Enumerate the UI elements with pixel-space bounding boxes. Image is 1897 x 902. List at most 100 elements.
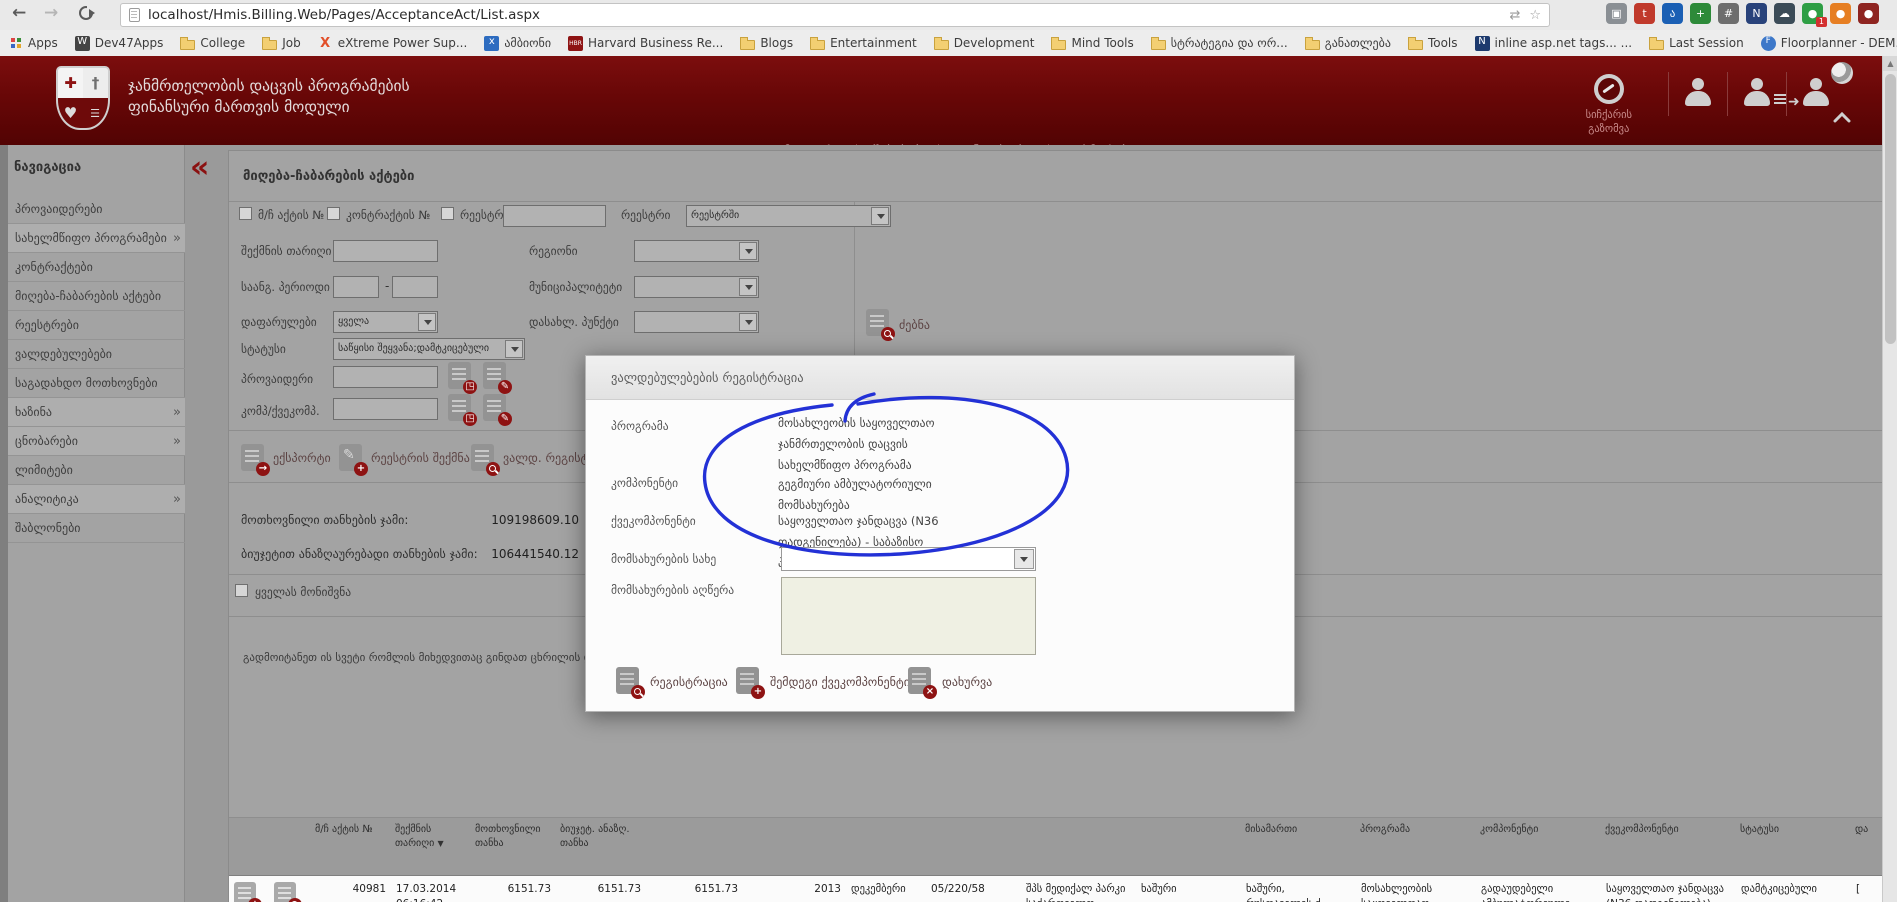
collapse-header-icon[interactable] <box>1833 108 1851 127</box>
create-registry-button-icon[interactable]: + <box>339 444 362 471</box>
extension-icon[interactable]: ●1 <box>1802 3 1823 24</box>
modal-register-button-icon[interactable] <box>616 667 639 694</box>
sidebar-item-dictionaries[interactable]: ცნობარები» <box>8 427 185 456</box>
bookmark-item[interactable]: Development <box>934 36 1035 50</box>
bookmark-item[interactable]: სტრატეგია და ორ... <box>1151 36 1288 50</box>
sort-desc-icon[interactable]: ▼ <box>437 839 443 848</box>
create-registry-button-label[interactable]: რეესტრის შექმნა <box>371 451 470 465</box>
sidebar-item-state-programs[interactable]: სახელმწიფო პროგრამები» <box>8 224 185 253</box>
hidden-filter-select[interactable]: ყველა <box>333 311 438 333</box>
grid-header-address[interactable]: მისამართი <box>1241 818 1356 876</box>
user-list-icon[interactable] <box>1742 78 1772 108</box>
sidebar-item-acceptance-acts[interactable]: მიღება-ჩაბარების აქტები <box>8 282 185 311</box>
extension-icon[interactable]: t <box>1634 3 1655 24</box>
grid-header-tail[interactable]: და <box>1851 818 1884 876</box>
grid-header-hidden[interactable] <box>1021 818 1136 876</box>
search-button-icon[interactable] <box>866 309 889 336</box>
modal-next-subcomponent-button-label[interactable]: შემდეგი ქვეკომპონენტი <box>770 675 910 689</box>
extension-icon[interactable]: ● <box>1858 3 1879 24</box>
extension-icon[interactable]: # <box>1718 3 1739 24</box>
service-desc-textarea[interactable] <box>781 577 1036 655</box>
provider-pick-button[interactable]: ◳ <box>448 362 471 389</box>
scroll-up-arrow[interactable]: ▲ <box>1883 56 1897 71</box>
address-bar[interactable]: localhost/Hmis.Billing.Web/Pages/Accepta… <box>120 3 1550 27</box>
bookmark-item[interactable]: Job <box>262 36 301 50</box>
modal-next-subcomponent-button-icon[interactable]: + <box>736 667 759 694</box>
settlement-select[interactable] <box>634 311 759 333</box>
grid-header-hidden[interactable] <box>846 818 926 876</box>
sidebar-item-contracts[interactable]: კონტრაქტები <box>8 253 185 282</box>
grid-header-subcomponent[interactable]: ქვეკომპონენტი <box>1601 818 1736 876</box>
bookmark-item[interactable]: Mind Tools <box>1051 36 1133 50</box>
export-button-icon[interactable]: → <box>241 444 264 471</box>
registry-select[interactable]: რეესტრში <box>686 205 891 227</box>
created-date-input[interactable] <box>333 240 438 262</box>
grid-header-act-number[interactable]: მ/ჩ აქტის № <box>311 818 391 876</box>
modal-header[interactable]: ვალდებულებების რეგისტრაცია <box>586 356 1294 400</box>
sidebar-item-providers[interactable]: პროვაიდერები <box>8 195 185 224</box>
sidebar-item-analytics[interactable]: ანალიტიკა» <box>8 485 185 514</box>
modal-close-button-label[interactable]: დახურვა <box>942 675 992 689</box>
sidebar-item-treasury[interactable]: ხაზინა» <box>8 398 185 427</box>
registry-number-input[interactable] <box>503 205 606 227</box>
region-select[interactable] <box>634 240 759 262</box>
grid-header-hidden[interactable] <box>646 818 743 876</box>
bookmark-item[interactable]: FFloorplanner - DEM... <box>1761 36 1897 51</box>
search-button-label[interactable]: ძებნა <box>899 318 930 332</box>
grid-header-status[interactable]: სტატუსი <box>1736 818 1851 876</box>
period-from-input[interactable] <box>333 276 379 298</box>
bookmark-item[interactable]: Last Session <box>1649 36 1744 50</box>
language-globe-icon[interactable] <box>1831 62 1853 84</box>
extension-icon[interactable]: ა <box>1662 3 1683 24</box>
sidebar-item-payment-requests[interactable]: საგადახდო მოთხოვნები <box>8 369 185 398</box>
page-scrollbar[interactable]: ▲ <box>1882 56 1897 902</box>
bookmark-item[interactable]: xამბიონი <box>484 36 551 51</box>
bookmark-item[interactable]: Ninline asp.net tags... ... <box>1475 36 1633 51</box>
back-icon[interactable]: ← <box>12 3 26 23</box>
extension-icon[interactable]: ☁ <box>1774 3 1795 24</box>
user-profile-icon[interactable] <box>1683 78 1713 108</box>
bookmark-item[interactable]: Tools <box>1408 36 1458 50</box>
forward-icon[interactable]: → <box>44 3 58 23</box>
modal-register-button-label[interactable]: რეგისტრაცია <box>650 675 728 689</box>
bookmark-item[interactable]: Blogs <box>740 36 793 50</box>
bookmark-item[interactable]: Entertainment <box>810 36 917 50</box>
scrollbar-thumb[interactable] <box>1885 74 1896 344</box>
sidebar-item-obligations[interactable]: ვალდებულებები <box>8 340 185 369</box>
act-number-checkbox[interactable] <box>239 207 252 220</box>
provider-clear-button[interactable]: ✎ <box>483 362 506 389</box>
component-input[interactable] <box>333 398 438 420</box>
sidebar-collapse-button[interactable]: « <box>190 155 206 181</box>
register-obligation-button-icon[interactable] <box>471 444 494 471</box>
contract-number-checkbox[interactable] <box>327 207 340 220</box>
extension-icon[interactable]: + <box>1690 3 1711 24</box>
row-add-button[interactable]: + <box>234 882 256 902</box>
bookmark-item[interactable]: XeXtreme Power Sup... <box>318 36 468 51</box>
logout-icon[interactable]: ➜ <box>1801 78 1831 108</box>
row-view-button[interactable] <box>274 882 296 902</box>
extension-icon[interactable]: N <box>1746 3 1767 24</box>
service-type-select[interactable] <box>781 547 1036 571</box>
grid-header-hidden[interactable] <box>1136 818 1241 876</box>
grid-header-requested[interactable]: მოთხოვნილი თანხა <box>471 818 556 876</box>
speed-test-button[interactable]: სიჩქარის გაზომვა <box>1586 74 1632 136</box>
sidebar-item-registries[interactable]: რეესტრები <box>8 311 185 340</box>
grid-header-hidden[interactable] <box>743 818 846 876</box>
bookmark-item[interactable]: Apps <box>10 36 58 50</box>
bookmark-item[interactable]: WDev47Apps <box>75 36 164 51</box>
extension-icon[interactable]: ● <box>1830 3 1851 24</box>
bookmark-star-icon[interactable]: ☆ <box>1529 8 1541 23</box>
grid-header-budget[interactable]: ბიუჯეტ. ანაზღ. თანხა <box>556 818 646 876</box>
grid-header-created[interactable]: შექმნის თარიღი ▼ <box>391 818 471 876</box>
component-clear-button[interactable]: ✎ <box>483 394 506 421</box>
grid-header-hidden[interactable] <box>926 818 1021 876</box>
sidebar-item-limits[interactable]: ლიმიტები <box>8 456 185 485</box>
bookmark-item[interactable]: HBRHarvard Business Re... <box>568 36 723 51</box>
component-pick-button[interactable]: ◳ <box>448 394 471 421</box>
period-to-input[interactable] <box>392 276 438 298</box>
modal-close-button-icon[interactable]: × <box>908 667 931 694</box>
reload-icon[interactable] <box>79 6 93 20</box>
select-all-checkbox[interactable] <box>235 584 248 597</box>
extension-icon[interactable]: ▣ <box>1606 3 1627 24</box>
send-to-device-icon[interactable]: ⇄ <box>1509 8 1520 23</box>
